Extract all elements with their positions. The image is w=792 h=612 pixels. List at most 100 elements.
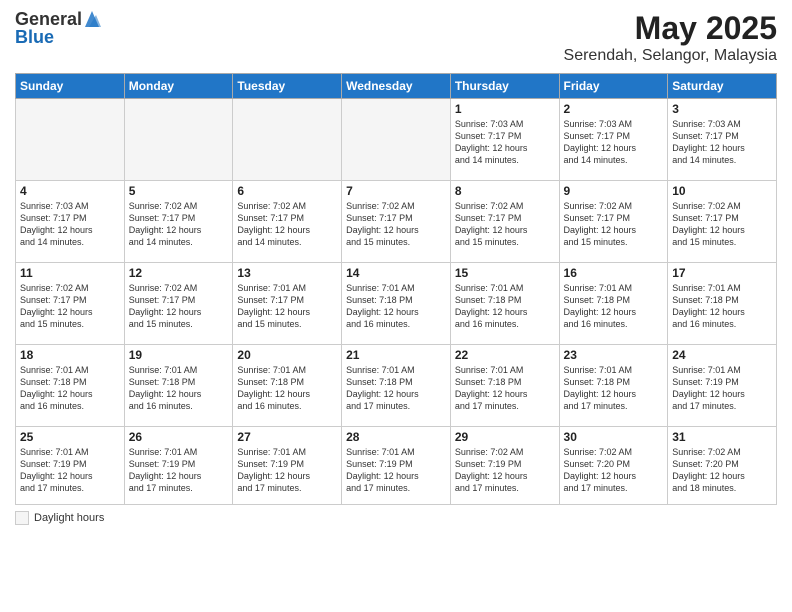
legend-box (15, 511, 29, 525)
calendar-cell: 5Sunrise: 7:02 AM Sunset: 7:17 PM Daylig… (124, 181, 233, 263)
day-number: 18 (20, 348, 120, 362)
calendar-cell: 8 Sunrise: 7:02 AM Sunset: 7:17 PM Daylig… (450, 181, 559, 263)
day-info: Sunrise: 7:02 AM Sunset: 7:17 PM Dayligh… (455, 200, 555, 249)
day-info: Sunrise: 7:01 AM Sunset: 7:18 PM Dayligh… (455, 364, 555, 413)
calendar-cell: 6 Sunrise: 7:02 AM Sunset: 7:17 PM Daylig… (233, 181, 342, 263)
day-number: 26 (129, 430, 229, 444)
day-number: 8 (455, 184, 555, 198)
day-number: 11 (20, 266, 120, 280)
calendar-cell: 7 Sunrise: 7:02 AM Sunset: 7:17 PM Daylig… (342, 181, 451, 263)
day-number: 1 (455, 102, 555, 116)
day-number: 4 (20, 184, 120, 198)
calendar-table: SundayMondayTuesdayWednesdayThursdayFrid… (15, 73, 777, 505)
day-info: Sunrise: 7:01 AM Sunset: 7:18 PM Dayligh… (672, 282, 772, 331)
day-number: 30 (564, 430, 664, 444)
calendar-cell: 14Sunrise: 7:01 AM Sunset: 7:18 PM Dayli… (342, 263, 451, 345)
day-number: 24 (672, 348, 772, 362)
day-info: Sunrise: 7:01 AM Sunset: 7:18 PM Dayligh… (564, 364, 664, 413)
calendar-cell: 1 Sunrise: 7:03 AM Sunset: 7:17 PM Daylig… (450, 99, 559, 181)
day-number: 21 (346, 348, 446, 362)
day-info: Sunrise: 7:02 AM Sunset: 7:17 PM Dayligh… (564, 200, 664, 249)
weekday-header-monday: Monday (124, 74, 233, 99)
day-number: 7 (346, 184, 446, 198)
calendar-cell: 30Sunrise: 7:02 AM Sunset: 7:20 PM Dayli… (559, 427, 668, 505)
day-info: Sunrise: 7:01 AM Sunset: 7:18 PM Dayligh… (20, 364, 120, 413)
logo: General Blue (15, 10, 101, 48)
day-info: Sunrise: 7:01 AM Sunset: 7:17 PM Dayligh… (237, 282, 337, 331)
day-number: 27 (237, 430, 337, 444)
calendar-cell: 9 Sunrise: 7:02 AM Sunset: 7:17 PM Daylig… (559, 181, 668, 263)
day-info: Sunrise: 7:02 AM Sunset: 7:17 PM Dayligh… (672, 200, 772, 249)
logo-icon (83, 9, 101, 29)
legend-label: Daylight hours (34, 512, 104, 524)
day-info: Sunrise: 7:02 AM Sunset: 7:17 PM Dayligh… (237, 200, 337, 249)
calendar-cell: 12 Sunrise: 7:02 AM Sunset: 7:17 PM Dayli… (124, 263, 233, 345)
weekday-header-row: SundayMondayTuesdayWednesdayThursdayFrid… (16, 74, 777, 99)
day-number: 10 (672, 184, 772, 198)
day-info: Sunrise: 7:01 AM Sunset: 7:18 PM Dayligh… (346, 282, 446, 331)
day-number: 17 (672, 266, 772, 280)
day-info: Sunrise: 7:02 AM Sunset: 7:20 PM Dayligh… (672, 446, 772, 495)
day-number: 25 (20, 430, 120, 444)
logo-blue-text: Blue (15, 28, 101, 48)
day-info: Sunrise: 7:03 AM Sunset: 7:17 PM Dayligh… (20, 200, 120, 249)
calendar-cell: 25Sunrise: 7:01 AM Sunset: 7:19 PM Dayli… (16, 427, 125, 505)
day-info: Sunrise: 7:02 AM Sunset: 7:17 PM Dayligh… (20, 282, 120, 331)
day-number: 29 (455, 430, 555, 444)
day-info: Sunrise: 7:02 AM Sunset: 7:17 PM Dayligh… (346, 200, 446, 249)
day-number: 20 (237, 348, 337, 362)
weekday-header-sunday: Sunday (16, 74, 125, 99)
day-info: Sunrise: 7:03 AM Sunset: 7:17 PM Dayligh… (455, 118, 555, 167)
weekday-header-saturday: Saturday (668, 74, 777, 99)
calendar-cell: 19Sunrise: 7:01 AM Sunset: 7:18 PM Dayli… (124, 345, 233, 427)
calendar-cell: 26 Sunrise: 7:01 AM Sunset: 7:19 PM Dayli… (124, 427, 233, 505)
calendar-cell: 4 Sunrise: 7:03 AM Sunset: 7:17 PM Daylig… (16, 181, 125, 263)
calendar-cell: 11 Sunrise: 7:02 AM Sunset: 7:17 PM Dayli… (16, 263, 125, 345)
day-info: Sunrise: 7:01 AM Sunset: 7:19 PM Dayligh… (346, 446, 446, 495)
day-info: Sunrise: 7:02 AM Sunset: 7:17 PM Dayligh… (129, 282, 229, 331)
day-number: 12 (129, 266, 229, 280)
calendar-cell: 2Sunrise: 7:03 AM Sunset: 7:17 PM Daylig… (559, 99, 668, 181)
calendar-cell: 10 Sunrise: 7:02 AM Sunset: 7:17 PM Dayli… (668, 181, 777, 263)
calendar-cell (124, 99, 233, 181)
day-number: 3 (672, 102, 772, 116)
day-number: 28 (346, 430, 446, 444)
day-info: Sunrise: 7:02 AM Sunset: 7:19 PM Dayligh… (455, 446, 555, 495)
day-info: Sunrise: 7:01 AM Sunset: 7:19 PM Dayligh… (129, 446, 229, 495)
day-number: 22 (455, 348, 555, 362)
weekday-header-thursday: Thursday (450, 74, 559, 99)
day-number: 5 (129, 184, 229, 198)
day-number: 6 (237, 184, 337, 198)
calendar-week-row: 4 Sunrise: 7:03 AM Sunset: 7:17 PM Daylig… (16, 181, 777, 263)
page: General Blue May 2025 Serendah, Selangor… (0, 0, 792, 612)
day-info: Sunrise: 7:01 AM Sunset: 7:18 PM Dayligh… (564, 282, 664, 331)
calendar-cell: 18 Sunrise: 7:01 AM Sunset: 7:18 PM Dayli… (16, 345, 125, 427)
day-number: 2 (564, 102, 664, 116)
calendar-cell: 21 Sunrise: 7:01 AM Sunset: 7:18 PM Dayli… (342, 345, 451, 427)
calendar-cell: 17 Sunrise: 7:01 AM Sunset: 7:18 PM Dayli… (668, 263, 777, 345)
day-info: Sunrise: 7:01 AM Sunset: 7:19 PM Dayligh… (237, 446, 337, 495)
legend: Daylight hours (15, 511, 777, 525)
calendar-cell: 23Sunrise: 7:01 AM Sunset: 7:18 PM Dayli… (559, 345, 668, 427)
weekday-header-tuesday: Tuesday (233, 74, 342, 99)
calendar-title: May 2025 (564, 10, 777, 47)
day-info: Sunrise: 7:01 AM Sunset: 7:18 PM Dayligh… (346, 364, 446, 413)
day-number: 13 (237, 266, 337, 280)
calendar-cell: 28 Sunrise: 7:01 AM Sunset: 7:19 PM Dayli… (342, 427, 451, 505)
calendar-cell: 15Sunrise: 7:01 AM Sunset: 7:18 PM Dayli… (450, 263, 559, 345)
calendar-week-row: 1 Sunrise: 7:03 AM Sunset: 7:17 PM Daylig… (16, 99, 777, 181)
weekday-header-wednesday: Wednesday (342, 74, 451, 99)
calendar-week-row: 18 Sunrise: 7:01 AM Sunset: 7:18 PM Dayli… (16, 345, 777, 427)
day-number: 31 (672, 430, 772, 444)
calendar-week-row: 25 Sunrise: 7:01 AM Sunset: 7:19 PM Dayli… (16, 427, 777, 505)
calendar-cell: 31 Sunrise: 7:02 AM Sunset: 7:20 PM Dayli… (668, 427, 777, 505)
header: General Blue May 2025 Serendah, Selangor… (15, 10, 777, 65)
calendar-cell: 13 Sunrise: 7:01 AM Sunset: 7:17 PM Dayli… (233, 263, 342, 345)
day-info: Sunrise: 7:01 AM Sunset: 7:19 PM Dayligh… (672, 364, 772, 413)
calendar-cell: 22 Sunrise: 7:01 AM Sunset: 7:18 PM Dayli… (450, 345, 559, 427)
calendar-subtitle: Serendah, Selangor, Malaysia (564, 47, 777, 65)
day-number: 9 (564, 184, 664, 198)
calendar-cell: 24 Sunrise: 7:01 AM Sunset: 7:19 PM Dayli… (668, 345, 777, 427)
calendar-cell: 29 Sunrise: 7:02 AM Sunset: 7:19 PM Dayli… (450, 427, 559, 505)
calendar-cell (233, 99, 342, 181)
